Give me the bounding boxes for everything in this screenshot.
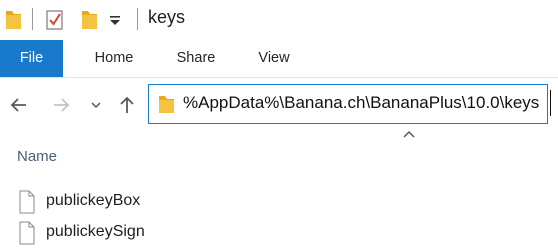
ribbon: File Home Share View [0, 40, 558, 77]
title-bar: keys [0, 0, 558, 40]
tab-share[interactable]: Share [160, 40, 232, 77]
file-icon [18, 221, 36, 250]
tab-home[interactable]: Home [78, 40, 150, 77]
tab-view[interactable]: View [240, 40, 308, 77]
toolbar-separator [32, 8, 33, 30]
folder-icon [157, 93, 177, 120]
recent-locations-chevron-icon[interactable] [89, 93, 103, 122]
back-arrow-icon[interactable] [8, 93, 30, 122]
text-cursor [550, 90, 551, 116]
address-bar[interactable]: %AppData%\Banana.ch\BananaPlus\10.0\keys [148, 84, 551, 124]
properties-check-icon[interactable] [44, 6, 66, 37]
tab-file[interactable]: File [0, 40, 63, 77]
forward-arrow-icon[interactable] [50, 93, 72, 122]
file-name: publickeySign [46, 223, 145, 240]
address-path[interactable]: %AppData%\Banana.ch\BananaPlus\10.0\keys [183, 93, 539, 113]
column-header-name[interactable]: Name [17, 148, 57, 165]
folder-icon [4, 6, 24, 37]
toolbar-separator [137, 8, 138, 30]
file-name: publickeyBox [46, 192, 141, 209]
collapse-chevron-icon[interactable] [401, 127, 417, 146]
up-arrow-icon[interactable] [116, 93, 138, 122]
file-icon [18, 190, 36, 219]
customize-dropdown-icon[interactable] [108, 6, 122, 37]
window-title: keys [148, 7, 186, 27]
new-folder-icon[interactable] [80, 6, 100, 37]
